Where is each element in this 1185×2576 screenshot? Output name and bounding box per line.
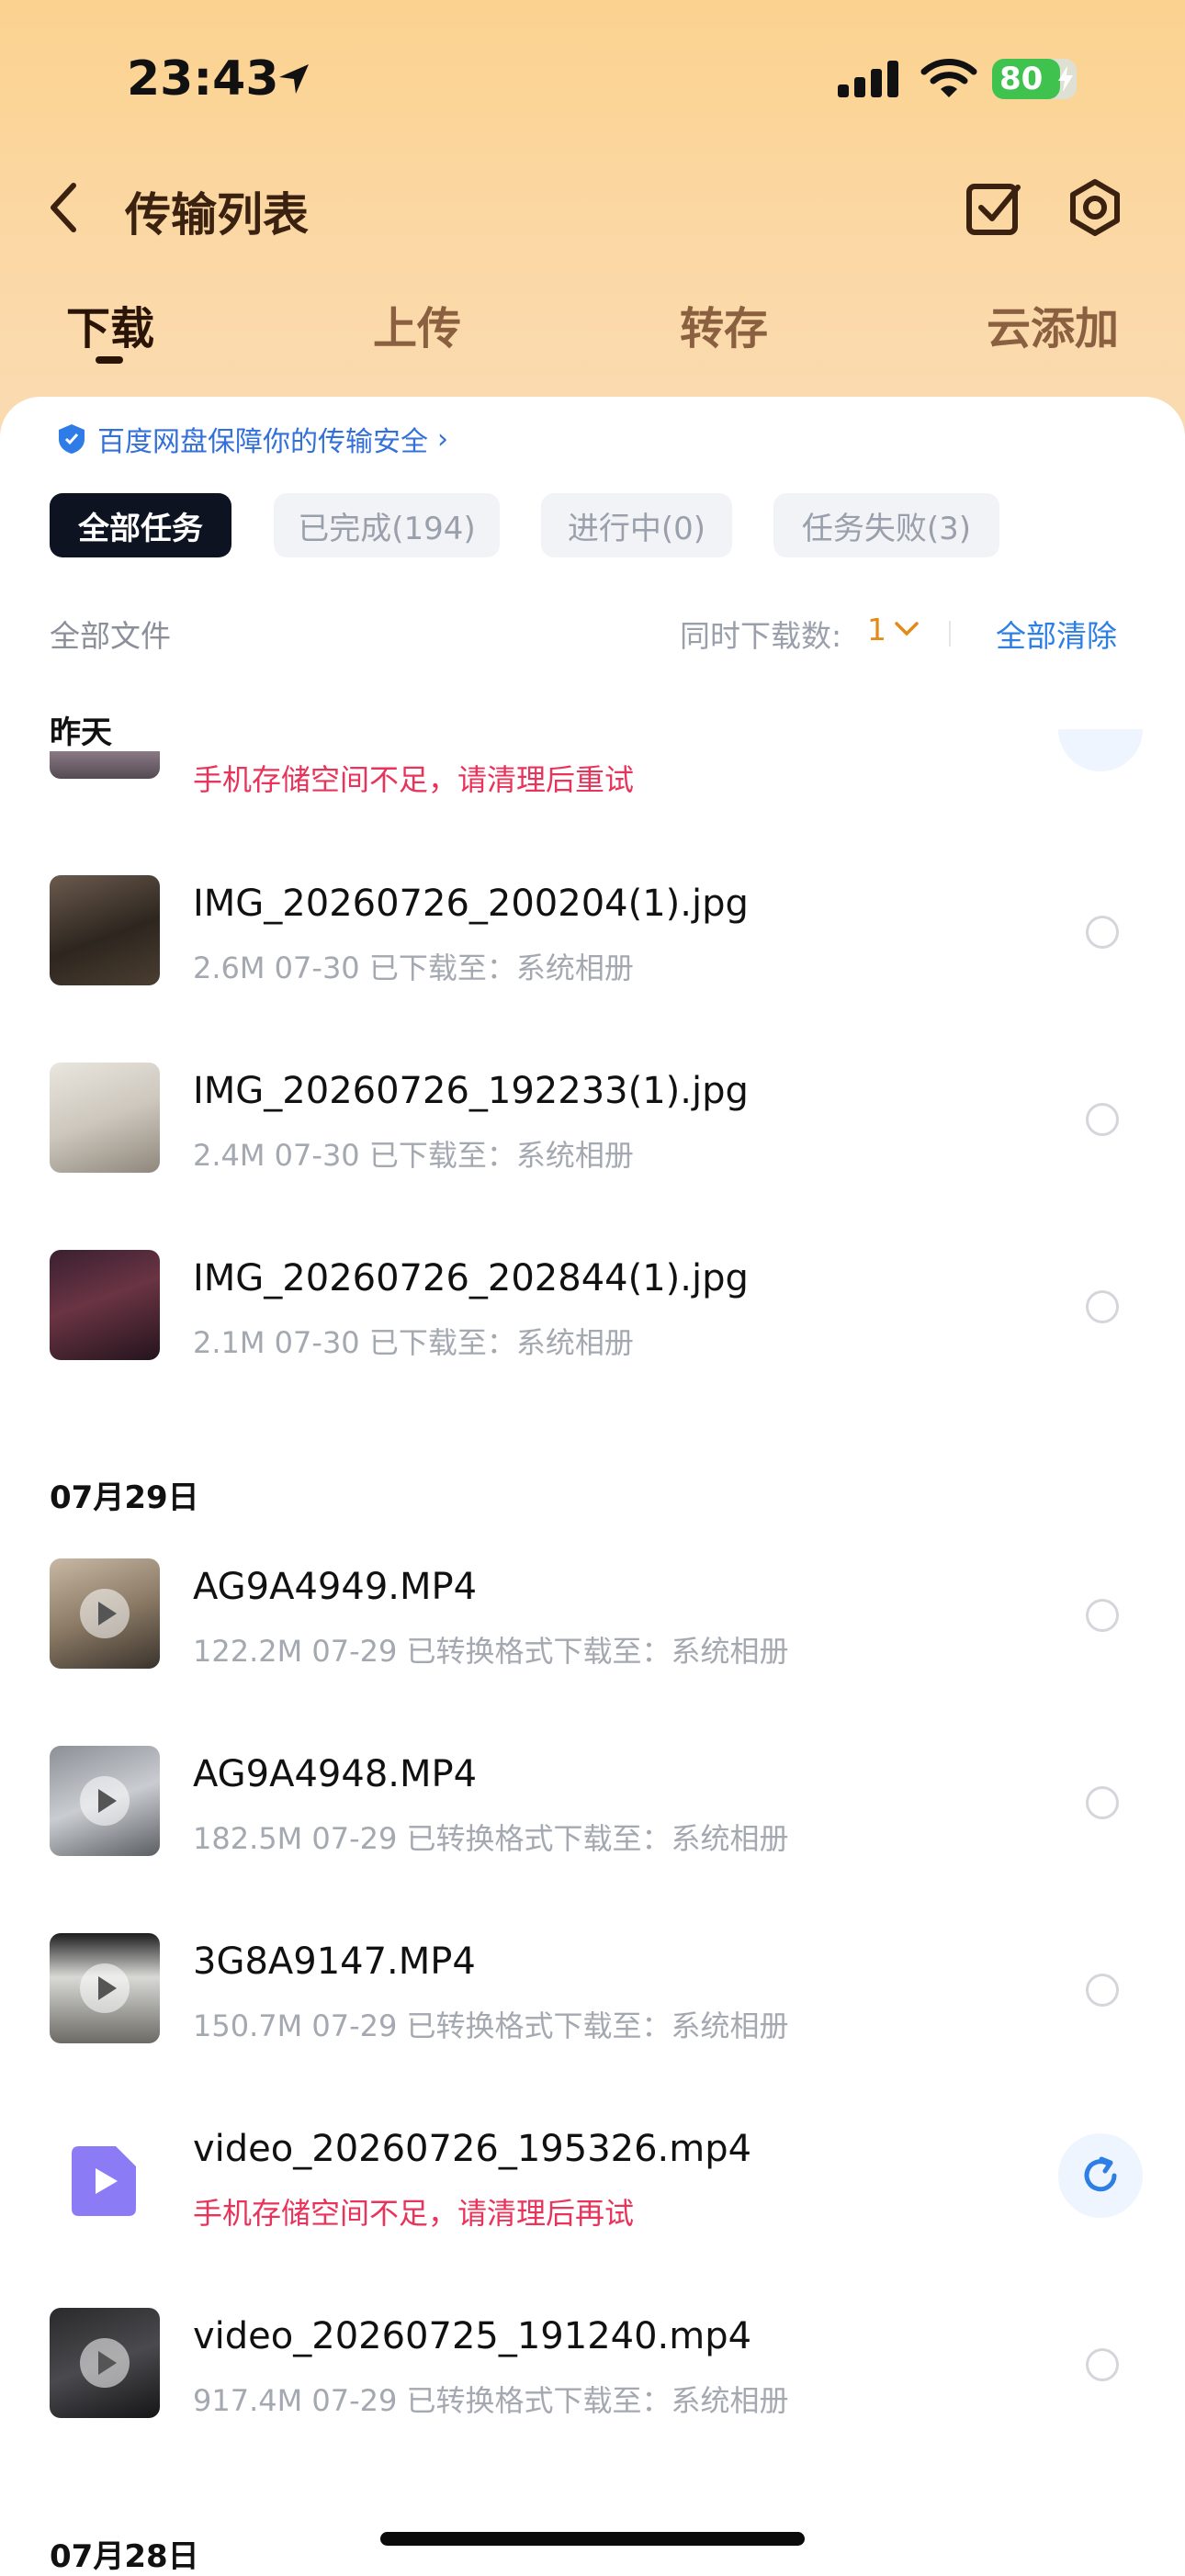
select-radio[interactable] [1086, 2348, 1119, 2381]
file-error-message: 手机存储空间不足，请清理后重试 [193, 762, 635, 797]
filter-completed[interactable]: 已完成(194) [274, 493, 500, 557]
select-radio[interactable] [1086, 1974, 1119, 2007]
file-error-message: 手机存储空间不足，请清理后再试 [193, 2196, 635, 2231]
tab-transfer-save[interactable]: 转存 [680, 292, 768, 356]
section-date-jul28: 07月28日 [50, 2538, 199, 2575]
file-meta: 2.4M 07-30 已下载至：系统相册 [193, 1138, 634, 1173]
chevron-down-icon[interactable] [894, 621, 920, 637]
active-tab-indicator [96, 356, 123, 364]
home-indicator[interactable] [380, 2532, 805, 2546]
filter-all-tasks[interactable]: 全部任务 [50, 493, 231, 557]
wifi-icon [920, 59, 977, 97]
clear-all-button[interactable]: 全部清除 [996, 612, 1117, 656]
retry-button[interactable] [1058, 2133, 1143, 2218]
file-name: IMG_20260726_200204(1).jpg [193, 883, 749, 925]
tab-download[interactable]: 下载 [66, 292, 154, 356]
image-thumbnail [50, 1063, 160, 1173]
select-radio[interactable] [1086, 916, 1119, 949]
video-file-icon [72, 2146, 136, 2216]
video-thumbnail [50, 2308, 160, 2418]
file-name: video_20260726_195326.mp4 [193, 2128, 752, 2170]
list-item-failed[interactable]: video_20260726_195326.mp4 手机存储空间不足，请清理后再… [0, 2086, 1185, 2269]
tab-upload[interactable]: 上传 [373, 292, 461, 356]
chevron-right-icon: › [437, 422, 448, 456]
shield-icon [59, 424, 85, 454]
file-meta: 150.7M 07-29 已转换格式下载至：系统相册 [193, 2008, 789, 2043]
tab-cloud-add[interactable]: 云添加 [987, 292, 1119, 356]
select-radio[interactable] [1086, 1103, 1119, 1136]
file-meta: 2.1M 07-30 已下载至：系统相册 [193, 1325, 634, 1360]
battery-indicator: 80 [992, 59, 1077, 99]
select-radio[interactable] [1086, 1786, 1119, 1819]
list-item[interactable]: 3G8A9147.MP4 150.7M 07-29 已转换格式下载至：系统相册 [0, 1898, 1185, 2082]
file-meta: 122.2M 07-29 已转换格式下载至：系统相册 [193, 1634, 789, 1669]
image-thumbnail [50, 1250, 160, 1360]
secure-notice-text: 百度网盘保障你的传输安全 [97, 426, 428, 458]
play-icon [80, 1776, 130, 1826]
file-name: IMG_20260726_192233(1).jpg [193, 1070, 749, 1112]
secure-notice-link[interactable]: 百度网盘保障你的传输安全 › [57, 419, 448, 459]
retry-icon [1084, 2156, 1117, 2192]
play-icon [80, 1963, 130, 2013]
location-arrow-icon [279, 64, 309, 94]
settings-icon[interactable] [1066, 178, 1124, 237]
select-radio[interactable] [1086, 1290, 1119, 1323]
file-thumbnail [50, 751, 160, 779]
toolbar-divider [949, 621, 951, 647]
file-meta: 182.5M 07-29 已转换格式下载至：系统相册 [193, 1821, 789, 1856]
concurrent-downloads-value[interactable]: 1 [867, 612, 886, 647]
cellular-signal-icon [838, 61, 898, 97]
video-thumbnail [50, 1746, 160, 1856]
section-date-jul29: 07月29日 [50, 1479, 199, 1516]
file-meta: 2.6M 07-30 已下载至：系统相册 [193, 951, 634, 985]
file-name: 3G8A9147.MP4 [193, 1940, 476, 1983]
play-icon [80, 1589, 130, 1638]
file-name: video_20260725_191240.mp4 [193, 2315, 752, 2357]
list-item[interactable]: AG9A4949.MP4 122.2M 07-29 已转换格式下载至：系统相册 [0, 1524, 1185, 1707]
video-thumbnail [50, 1558, 160, 1669]
file-name: AG9A4949.MP4 [193, 1566, 478, 1608]
list-item[interactable]: IMG_20260726_202844(1).jpg 2.1M 07-30 已下… [0, 1215, 1185, 1399]
image-thumbnail [50, 875, 160, 985]
filter-failed[interactable]: 任务失败(3) [773, 493, 999, 557]
select-checkbox-icon[interactable] [965, 178, 1023, 237]
file-name: IMG_20260726_202844(1).jpg [193, 1257, 749, 1299]
list-item-partial[interactable]: 手机存储空间不足，请清理后重试 [0, 716, 1185, 808]
charging-bolt-icon [1058, 66, 1073, 92]
all-files-label: 全部文件 [50, 618, 171, 654]
file-meta: 917.4M 07-29 已转换格式下载至：系统相册 [193, 2383, 789, 2418]
video-thumbnail [50, 1933, 160, 2043]
page-title: 传输列表 [125, 188, 309, 242]
list-item[interactable]: IMG_20260726_192233(1).jpg 2.4M 07-30 已下… [0, 1028, 1185, 1211]
select-radio[interactable] [1086, 1599, 1119, 1632]
list-item[interactable]: AG9A4948.MP4 182.5M 07-29 已转换格式下载至：系统相册 [0, 1711, 1185, 1895]
retry-button-partial[interactable] [1058, 729, 1143, 771]
status-time: 23:43 [127, 51, 279, 107]
battery-percent: 80 [999, 61, 1044, 97]
concurrent-downloads-label[interactable]: 同时下载数: [680, 612, 841, 656]
file-name: AG9A4948.MP4 [193, 1753, 478, 1795]
list-item[interactable]: video_20260725_191240.mp4 917.4M 07-29 已… [0, 2273, 1185, 2457]
filter-in-progress[interactable]: 进行中(0) [541, 493, 732, 557]
list-item[interactable]: IMG_20260726_200204(1).jpg 2.6M 07-30 已下… [0, 840, 1185, 1024]
back-chevron-icon[interactable] [48, 180, 79, 235]
play-icon [80, 2338, 130, 2388]
